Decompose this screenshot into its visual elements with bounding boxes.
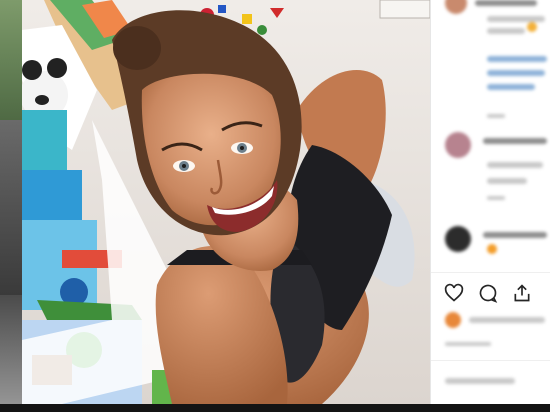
previous-post-strip[interactable] — [0, 0, 22, 412]
post-photo-image — [22, 0, 430, 404]
post-author-name[interactable] — [475, 0, 537, 6]
hashtag-line[interactable] — [487, 70, 545, 76]
previous-photo-thumbnail — [0, 0, 22, 120]
heart-icon — [444, 283, 464, 302]
caption-line — [487, 16, 545, 22]
post-photo[interactable] — [22, 0, 430, 404]
share-button[interactable] — [511, 282, 533, 304]
bottom-bar — [0, 404, 550, 412]
commenter-avatar[interactable] — [445, 226, 471, 252]
like-button[interactable] — [443, 282, 465, 304]
commenter-name[interactable] — [483, 138, 547, 144]
share-icon — [514, 284, 530, 302]
comment-icon — [479, 284, 498, 303]
emoji-icon — [527, 22, 537, 32]
comment-text — [487, 178, 527, 184]
previous-photo-thumbnail — [0, 120, 22, 295]
commenter-name[interactable] — [483, 232, 547, 238]
comment-text — [487, 162, 543, 168]
hashtag-line[interactable] — [487, 84, 535, 90]
post-date — [445, 342, 491, 346]
likes-text[interactable] — [469, 317, 545, 323]
post-side-panel — [430, 0, 550, 404]
add-comment-placeholder[interactable] — [445, 378, 515, 384]
liker-avatar[interactable] — [445, 312, 461, 328]
hashtag-line[interactable] — [487, 56, 547, 62]
caption-line — [487, 28, 525, 34]
post-author-avatar[interactable] — [445, 0, 467, 14]
comment-button[interactable] — [477, 282, 499, 304]
actions-divider — [431, 272, 550, 273]
comment-input-divider — [431, 360, 550, 361]
commenter-avatar[interactable] — [445, 132, 471, 158]
comment-meta — [487, 196, 505, 200]
emoji-icon — [487, 244, 497, 254]
caption-time — [487, 114, 505, 118]
